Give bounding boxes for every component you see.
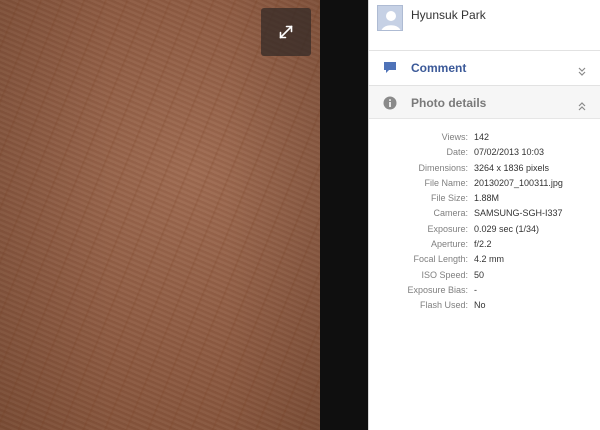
detail-row-focal-length: Focal Length: 4.2 mm	[369, 254, 600, 269]
viewer-gutter	[320, 0, 368, 430]
detail-value: No	[474, 300, 486, 311]
photo-details-list: Views: 142 Date: 07/02/2013 10:03 Dimens…	[369, 132, 600, 316]
photo-viewer[interactable]	[0, 0, 320, 430]
comment-icon	[383, 61, 397, 79]
detail-value: 3264 x 1836 pixels	[474, 162, 550, 173]
expand-button[interactable]	[261, 8, 311, 56]
detail-value: 4.2 mm	[474, 254, 505, 265]
photo-details-toggle[interactable]: Photo details	[369, 85, 600, 119]
default-avatar-icon	[378, 6, 402, 30]
detail-key: File Size:	[430, 193, 468, 204]
chevron-double-down-icon	[578, 63, 586, 81]
detail-key: Exposure:	[427, 223, 468, 234]
expand-icon	[279, 25, 293, 39]
photo-side-panel: Hyunsuk Park Comment Photo details Views…	[368, 0, 600, 430]
detail-key: Exposure Bias:	[407, 284, 468, 295]
detail-row-aperture: Aperture: f/2.2	[369, 239, 600, 254]
detail-row-views: Views: 142	[369, 132, 600, 147]
detail-key: Flash Used:	[419, 300, 468, 311]
detail-row-date: Date: 07/02/2013 10:03	[369, 147, 600, 162]
avatar[interactable]	[377, 5, 403, 31]
comment-section-toggle[interactable]: Comment	[369, 50, 600, 84]
owner-name[interactable]: Hyunsuk Park	[411, 8, 486, 22]
detail-value: 20130207_100311.jpg	[474, 177, 563, 188]
detail-key: Camera:	[433, 208, 468, 219]
detail-row-camera: Camera: SAMSUNG-SGH-I337	[369, 208, 600, 223]
detail-value: 1.88M	[474, 193, 500, 204]
detail-row-exposure: Exposure: 0.029 sec (1/34)	[369, 224, 600, 239]
photo-shading	[0, 0, 320, 430]
detail-row-file-size: File Size: 1.88M	[369, 193, 600, 208]
detail-key: Focal Length:	[413, 254, 468, 265]
detail-value: SAMSUNG-SGH-I337	[474, 208, 563, 219]
detail-key: Aperture:	[430, 239, 468, 250]
comment-label: Comment	[411, 61, 467, 75]
detail-key: Dimensions:	[418, 162, 468, 173]
detail-row-iso-speed: ISO Speed: 50	[369, 270, 600, 285]
detail-value: 142	[474, 132, 490, 142]
detail-value: 50	[474, 269, 485, 280]
detail-key: Date:	[446, 147, 468, 158]
chevron-double-up-icon	[578, 98, 586, 116]
detail-value: 07/02/2013 10:03	[474, 147, 545, 158]
detail-key: ISO Speed:	[421, 269, 468, 280]
detail-row-flash-used: Flash Used: No	[369, 300, 600, 315]
detail-value: -	[474, 284, 477, 295]
info-icon	[383, 96, 397, 115]
detail-row-file-name: File Name: 20130207_100311.jpg	[369, 178, 600, 193]
detail-value: 0.029 sec (1/34)	[474, 223, 540, 234]
detail-row-exposure-bias: Exposure Bias: -	[369, 285, 600, 300]
detail-value: f/2.2	[474, 239, 492, 250]
detail-key: File Name:	[424, 177, 468, 188]
detail-row-dimensions: Dimensions: 3264 x 1836 pixels	[369, 163, 600, 178]
detail-key: Views:	[441, 132, 468, 142]
photo-details-label: Photo details	[411, 96, 487, 110]
